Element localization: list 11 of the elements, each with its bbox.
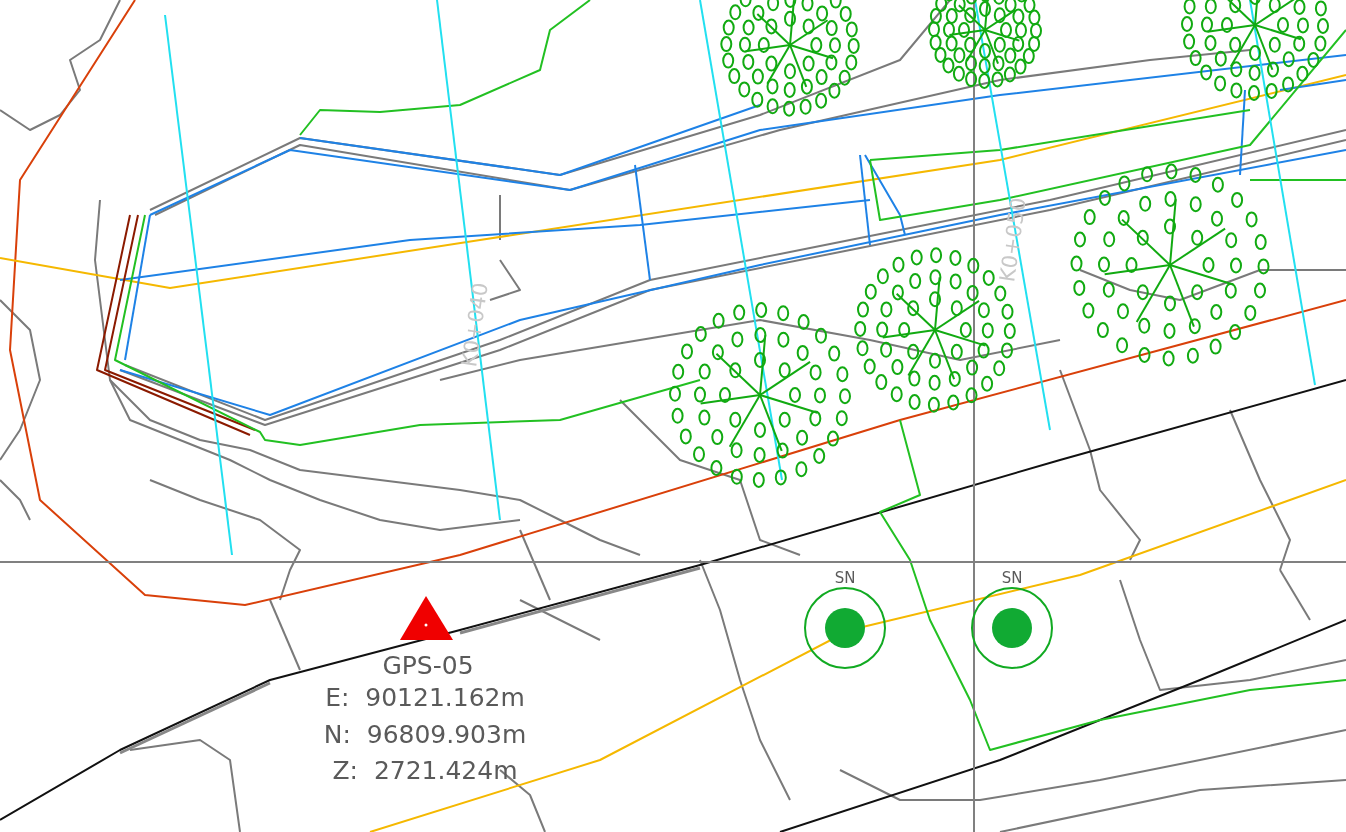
survey-marker-icon — [804, 587, 886, 669]
gps-point-name: GPS-05 — [382, 651, 474, 680]
station-label: K0+050 — [995, 196, 1031, 284]
station-label: K0+040 — [457, 281, 493, 369]
gps-point-icon — [400, 596, 453, 640]
gps-coordinate: N: 96809.903m — [323, 720, 527, 749]
marker-label: SN — [1001, 569, 1023, 587]
marker-label: SN — [834, 569, 856, 587]
survey-marker-icon — [971, 587, 1053, 669]
gps-coordinate: Z: 2721.424m — [332, 756, 518, 785]
gps-coordinate: E: 90121.162m — [325, 683, 525, 712]
